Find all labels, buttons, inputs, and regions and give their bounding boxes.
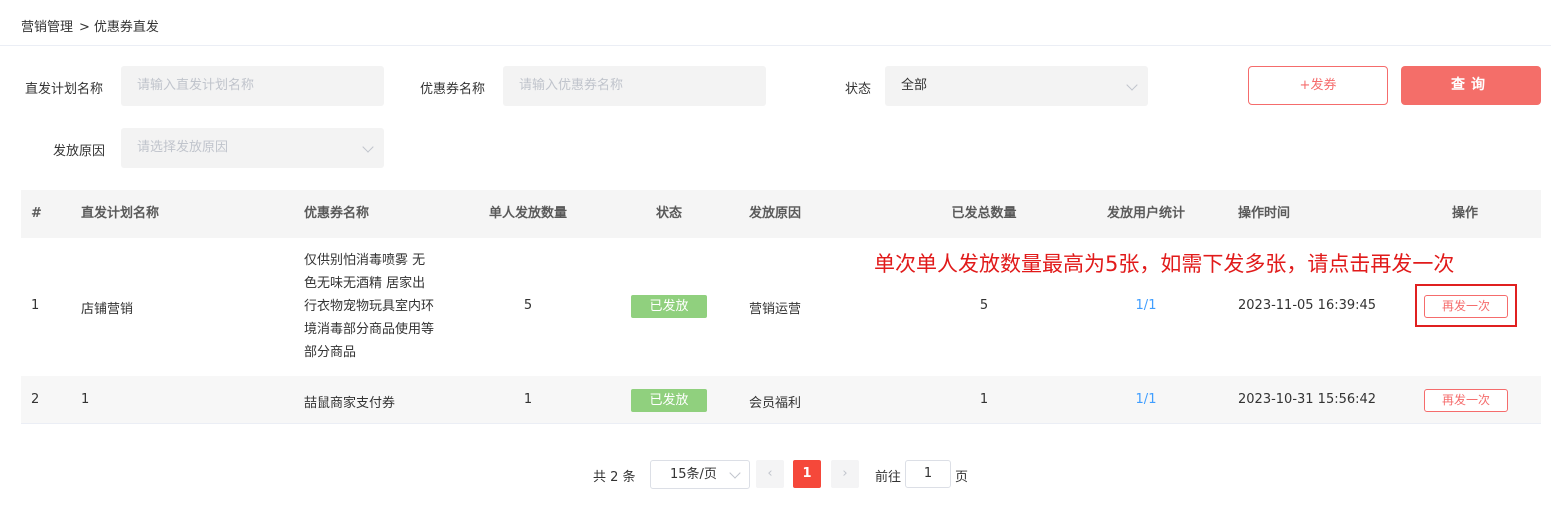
status-badge: 已发放 [631, 389, 707, 412]
coupon-name-line: 色无味无酒精 居家出 [304, 276, 426, 291]
issue-coupon-button[interactable]: +发券 [1248, 66, 1388, 105]
col-plan-name: 直发计划名称 [81, 206, 160, 221]
table-header: # 直发计划名称 优惠券名称 单人发放数量 状态 发放原因 已发总数量 发放用户… [21, 190, 1541, 238]
coupon-name-line: 行衣物宠物玩具室内环 [304, 299, 435, 314]
breadcrumb-separator: > [79, 20, 90, 35]
header-divider [0, 45, 1551, 46]
reason-label: 发放原因 [53, 144, 106, 159]
reissue-button[interactable]: 再发一次 [1424, 389, 1508, 412]
chevron-down-icon [362, 141, 374, 153]
plan-name-input[interactable]: 请输入直发计划名称 [121, 66, 384, 106]
col-action: 操作 [1451, 206, 1479, 221]
page-size-select[interactable]: 15条/页 [650, 460, 750, 489]
query-button[interactable]: 查询 [1401, 66, 1541, 105]
col-index: # [31, 206, 42, 221]
col-qty: 单人发放数量 [488, 206, 568, 221]
row-reason: 会员福利 [749, 396, 802, 411]
page-unit-label: 页 [955, 470, 969, 485]
coupon-name-line: 部分商品 [304, 345, 357, 360]
reason-select-placeholder: 请选择发放原因 [137, 140, 229, 155]
page-number-current[interactable]: 1 [793, 460, 821, 488]
status-badge: 已发放 [631, 295, 707, 318]
status-select[interactable]: 全部 [885, 66, 1148, 106]
plan-name-label: 直发计划名称 [25, 82, 104, 97]
col-user-stats: 发放用户统计 [1106, 206, 1186, 221]
coupon-name-line: 仅供别怕消毒喷雾 无 [304, 253, 426, 268]
table-row: 2 1 喆鼠商家支付券 1 已发放 会员福利 1 1/1 2023-10-31 … [21, 376, 1541, 424]
row-reason: 营销运营 [749, 302, 802, 317]
row-coupon-name: 仅供别怕消毒喷雾 无 色无味无酒精 居家出 行衣物宠物玩具室内环 境消毒部分商品… [304, 249, 454, 364]
page-size-value: 15条/页 [670, 467, 717, 482]
col-coupon-name: 优惠券名称 [304, 206, 370, 221]
coupon-name-line: 境消毒部分商品使用等 [304, 322, 435, 337]
row-qty: 5 [523, 298, 533, 313]
col-total: 已发总数量 [951, 206, 1017, 221]
col-status: 状态 [655, 206, 683, 221]
chevron-down-icon [1126, 79, 1138, 91]
annotation-highlight-box [1415, 284, 1517, 327]
coupon-name-label: 优惠券名称 [420, 82, 486, 97]
row-index: 2 [31, 392, 40, 407]
breadcrumb-current: 优惠券直发 [93, 20, 159, 35]
chevron-right-icon: › [842, 466, 848, 481]
pagination-total: 共 2 条 [593, 470, 636, 485]
next-page-button[interactable]: › [831, 460, 859, 488]
chevron-left-icon: ‹ [767, 466, 773, 481]
goto-page-input[interactable]: 1 [905, 460, 951, 488]
row-plan-name: 店铺营销 [81, 302, 134, 317]
user-stats-link[interactable]: 1/1 [1136, 298, 1157, 313]
row-qty: 1 [523, 392, 533, 407]
row-index: 1 [31, 298, 40, 313]
status-label: 状态 [845, 82, 872, 97]
breadcrumb-root[interactable]: 营销管理 [21, 20, 73, 35]
prev-page-button[interactable]: ‹ [756, 460, 784, 488]
annotation-text: 单次单人发放数量最高为5张，如需下发多张，请点击再发一次 [874, 252, 1455, 276]
row-coupon-name: 喆鼠商家支付券 [304, 396, 396, 411]
user-stats-link[interactable]: 1/1 [1136, 392, 1157, 407]
reason-select[interactable]: 请选择发放原因 [121, 128, 384, 168]
row-time: 2023-11-05 16:39:45 [1238, 298, 1377, 313]
status-select-value: 全部 [901, 78, 928, 93]
row-plan-name: 1 [81, 392, 90, 407]
row-total: 5 [979, 298, 989, 313]
col-reason: 发放原因 [749, 206, 802, 221]
row-time: 2023-10-31 15:56:42 [1238, 392, 1377, 407]
goto-label: 前往 [875, 470, 902, 485]
coupon-name-input[interactable]: 请输入优惠券名称 [503, 66, 766, 106]
row-total: 1 [979, 392, 989, 407]
breadcrumb: 营销管理 > 优惠券直发 [21, 16, 159, 35]
chevron-down-icon [729, 467, 741, 479]
col-time: 操作时间 [1238, 206, 1291, 221]
